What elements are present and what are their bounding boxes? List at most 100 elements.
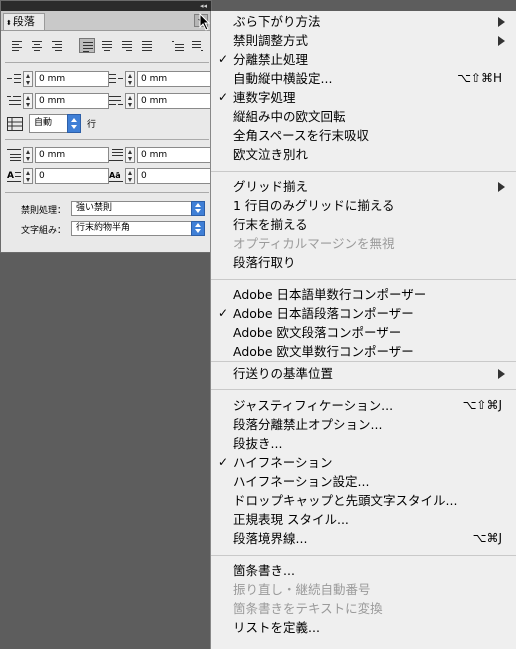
left-indent-field[interactable]: 0 mm [35,71,109,87]
divider [5,139,209,140]
auto-select[interactable]: 自動 [29,114,81,133]
menu-item-label: ハイフネーション [233,455,333,470]
menu-item-label: グリッド揃え [233,179,309,194]
left-indent-group: 0 mm [7,71,111,87]
space-after-field[interactable]: 0 mm [137,147,211,163]
menu-item[interactable]: 段落境界線... ⌥⌘J [211,529,516,548]
menu-item[interactable]: グリッド揃え [211,177,516,196]
drop-cap-lines-field[interactable]: 0 [35,168,109,184]
menu-item-shortcut: ⌥⇧⌘H [457,71,502,85]
menu-item[interactable]: 段落行取り [211,253,516,272]
divider [5,62,209,63]
align-towards-spine-button[interactable] [169,38,185,53]
menu-item[interactable]: Adobe 欧文段落コンポーザー [211,323,516,342]
menu-item-label: リストを定義... [233,620,320,635]
justify-center-button[interactable] [99,38,115,53]
align-left-button[interactable] [9,38,25,53]
drop-cap-chars-icon: Aā [109,169,123,183]
mojikumi-label: 文字組み： [21,226,67,236]
menu-item[interactable]: 段落分離禁止オプション... [211,415,516,434]
menu-item[interactable]: Adobe 日本語単数行コンポーザー [211,285,516,304]
menu-item[interactable]: 欧文泣き別れ [211,145,516,164]
align-away-from-spine-button[interactable] [189,38,205,53]
menu-item-label: 禁則調整方式 [233,33,309,48]
menu-item-label: 欧文泣き別れ [233,147,309,162]
menu-item[interactable]: ✓ Adobe 日本語段落コンポーザー [211,304,516,323]
collapse-icon[interactable]: ◂◂ [200,2,207,10]
mojikumi-select-value: 行末約物半角 [76,223,131,233]
menu-item[interactable]: 箇条書き... [211,561,516,580]
menu-separator [211,389,516,390]
panel-title-bar[interactable]: ◂◂ [1,1,211,11]
menu-item-label: 全角スペースを行末吸収 [233,128,370,143]
menu-item-label: 段落行取り [233,255,296,270]
menu-item[interactable]: ドロップキャップと先頭文字スタイル... [211,491,516,510]
submenu-arrow-icon [498,182,505,192]
menu-item[interactable]: 段抜き... [211,434,516,453]
menu-item[interactable]: Adobe 欧文単数行コンポーザー [211,342,516,361]
menu-item-label: 縦組み中の欧文回転 [233,109,346,124]
space-before-stepper[interactable] [23,147,33,163]
menu-item-shortcut: ⌥⌘J [472,531,502,545]
grid-lines-icon [7,117,23,131]
space-after-stepper[interactable] [125,147,135,163]
right-indent-icon [109,72,123,86]
align-right-button[interactable] [49,38,65,53]
kinsoku-label: 禁則処理： [21,206,67,216]
justify-all-button[interactable] [139,38,155,53]
space-before-group: 0 mm [7,147,111,163]
menu-item-label: 段落分離禁止オプション... [233,417,383,432]
mojikumi-row: 文字組み： 行末約物半角 [21,221,211,237]
left-indent-stepper[interactable] [23,71,33,87]
menu-item[interactable]: ハイフネーション設定... [211,472,516,491]
kinsoku-select-stepper[interactable] [191,201,205,216]
right-indent-field[interactable]: 0 mm [137,71,211,87]
last-line-indent-stepper[interactable] [125,93,135,109]
space-before-field[interactable]: 0 mm [35,147,109,163]
checkmark-icon: ✓ [218,90,229,104]
left-indent-icon [7,72,21,86]
auto-select-stepper[interactable] [67,114,81,133]
drop-cap-chars-field[interactable]: 0 [137,168,211,184]
drop-cap-chars-stepper[interactable] [125,168,135,184]
menu-item[interactable]: ✓ ハイフネーション [211,453,516,472]
menu-item: オプティカルマージンを無視 [211,234,516,253]
menu-item-label: Adobe 欧文段落コンポーザー [233,325,402,340]
menu-item[interactable]: ぶら下がり方法 [211,12,516,31]
menu-item-label: 箇条書きをテキストに変換 [233,601,383,616]
menu-item-label: ぶら下がり方法 [233,14,321,29]
drop-cap-lines-stepper[interactable] [23,168,33,184]
menu-item[interactable]: 正規表現 スタイル... [211,510,516,529]
justify-right-button[interactable] [119,38,135,53]
menu-separator [211,361,516,362]
auto-select-value: 自動 [34,118,53,128]
menu-item[interactable]: ✓ 連数字処理 [211,88,516,107]
kinsoku-select[interactable]: 強い禁則 [71,201,205,216]
tab-paragraph[interactable]: ⬍段落 [3,13,45,30]
alignment-buttons [9,38,209,54]
last-line-indent-field[interactable]: 0 mm [137,93,211,109]
menu-item-label: 1 行目のみグリッドに揃える [233,198,395,213]
menu-item[interactable]: 全角スペースを行末吸収 [211,126,516,145]
mojikumi-select[interactable]: 行末約物半角 [71,221,205,236]
menu-item[interactable]: ジャスティフィケーション... ⌥⇧⌘J [211,396,516,415]
menu-item[interactable]: 禁則調整方式 [211,31,516,50]
menu-item-label: 自動縦中横設定... [233,71,333,86]
menu-item[interactable]: 自動縦中横設定... ⌥⇧⌘H [211,69,516,88]
menu-item-label: 正規表現 スタイル... [233,512,349,527]
justify-left-button[interactable] [79,38,95,53]
menu-separator [211,555,516,556]
paragraph-panel-menu: ぶら下がり方法 禁則調整方式 ✓ 分離禁止処理自動縦中横設定... ⌥⇧⌘H ✓ 連数字処理… [210,11,516,649]
menu-item[interactable]: 1 行目のみグリッドに揃える [211,196,516,215]
menu-item[interactable]: ✓ 分離禁止処理 [211,50,516,69]
menu-item[interactable]: 行送りの基準位置 [211,364,516,383]
submenu-arrow-icon [498,369,505,379]
menu-item[interactable]: 縦組み中の欧文回転 [211,107,516,126]
right-indent-stepper[interactable] [125,71,135,87]
align-center-button[interactable] [29,38,45,53]
menu-item[interactable]: リストを定義... [211,618,516,637]
first-line-indent-field[interactable]: 0 mm [35,93,109,109]
first-line-indent-stepper[interactable] [23,93,33,109]
menu-item[interactable]: 行末を揃える [211,215,516,234]
mojikumi-select-stepper[interactable] [191,221,205,236]
